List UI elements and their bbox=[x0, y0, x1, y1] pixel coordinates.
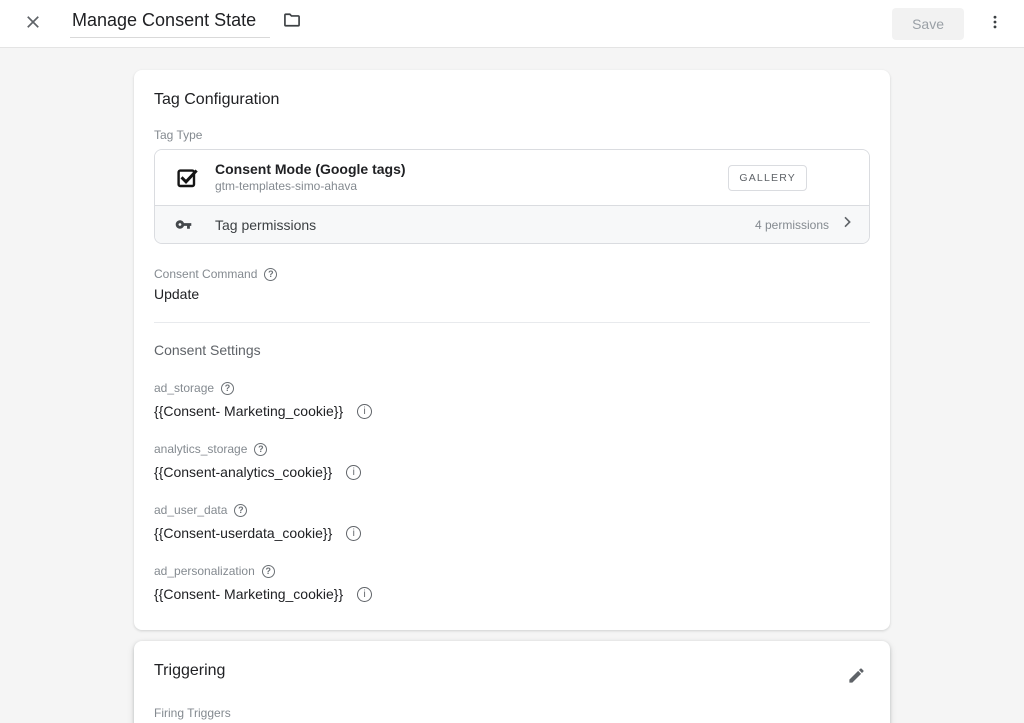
consent-setting-field: analytics_storage {{Consent-analytics_co… bbox=[154, 442, 870, 480]
info-icon[interactable] bbox=[357, 404, 372, 419]
edit-triggering-button[interactable] bbox=[843, 662, 870, 692]
tag-configuration-heading: Tag Configuration bbox=[154, 91, 870, 109]
tag-permissions-row[interactable]: Tag permissions 4 permissions bbox=[155, 205, 869, 243]
help-icon[interactable] bbox=[234, 504, 247, 517]
info-icon[interactable] bbox=[346, 526, 361, 541]
gallery-button[interactable]: GALLERY bbox=[728, 165, 807, 191]
field-value: {{Consent-analytics_cookie}} bbox=[154, 464, 332, 480]
consent-settings-heading: Consent Settings bbox=[154, 342, 870, 358]
tag-configuration-card[interactable]: Tag Configuration Tag Type Consent Mode … bbox=[134, 70, 890, 630]
field-label: ad_storage bbox=[154, 381, 214, 395]
tag-type-box[interactable]: Consent Mode (Google tags) gtm-templates… bbox=[154, 149, 870, 244]
tag-type-name: Consent Mode (Google tags) bbox=[215, 161, 406, 178]
consent-command-field: Consent Command Update bbox=[154, 267, 870, 302]
folder-button[interactable] bbox=[278, 6, 306, 37]
section-divider bbox=[154, 322, 870, 323]
consent-setting-field: ad_personalization {{Consent- Marketing_… bbox=[154, 564, 870, 602]
triggering-card[interactable]: Triggering Firing Triggers Consent Initi… bbox=[134, 641, 890, 723]
more-options-button[interactable] bbox=[982, 9, 1008, 38]
tag-type-text: Consent Mode (Google tags) gtm-templates… bbox=[215, 161, 406, 194]
close-button[interactable] bbox=[20, 9, 46, 38]
consent-setting-field: ad_user_data {{Consent-userdata_cookie}} bbox=[154, 503, 870, 541]
tag-permissions-right: 4 permissions bbox=[755, 214, 855, 235]
help-icon[interactable] bbox=[262, 565, 275, 578]
permissions-count: 4 permissions bbox=[755, 218, 829, 232]
folder-icon bbox=[282, 10, 302, 33]
field-label: ad_user_data bbox=[154, 503, 227, 517]
key-icon bbox=[175, 216, 215, 233]
info-icon[interactable] bbox=[357, 587, 372, 602]
consent-setting-field: ad_storage {{Consent- Marketing_cookie}} bbox=[154, 381, 870, 419]
close-icon bbox=[24, 13, 42, 34]
consent-mode-template-icon bbox=[175, 166, 215, 190]
help-icon[interactable] bbox=[221, 382, 234, 395]
consent-command-value: Update bbox=[154, 286, 199, 302]
field-label: ad_personalization bbox=[154, 564, 255, 578]
tag-type-label: Tag Type bbox=[154, 128, 870, 142]
pencil-icon bbox=[847, 666, 866, 688]
help-icon[interactable] bbox=[254, 443, 267, 456]
editor-body: Tag Configuration Tag Type Consent Mode … bbox=[0, 48, 1024, 723]
tag-name-field[interactable]: Manage Consent State bbox=[70, 10, 270, 38]
field-value: {{Consent-userdata_cookie}} bbox=[154, 525, 332, 541]
field-label: analytics_storage bbox=[154, 442, 247, 456]
help-icon[interactable] bbox=[264, 268, 277, 281]
field-value: {{Consent- Marketing_cookie}} bbox=[154, 586, 343, 602]
tag-type-source: gtm-templates-simo-ahava bbox=[215, 179, 406, 194]
field-value: {{Consent- Marketing_cookie}} bbox=[154, 403, 343, 419]
tag-permissions-label: Tag permissions bbox=[215, 217, 316, 233]
firing-triggers-label: Firing Triggers bbox=[154, 706, 870, 720]
topbar-actions: Save bbox=[892, 8, 1008, 40]
top-bar: Manage Consent State Save bbox=[0, 0, 1024, 48]
consent-command-label: Consent Command bbox=[154, 267, 257, 281]
title-area: Manage Consent State bbox=[70, 10, 306, 38]
kebab-menu-icon bbox=[986, 13, 1004, 34]
consent-command-label-row: Consent Command bbox=[154, 267, 870, 281]
info-icon[interactable] bbox=[346, 465, 361, 480]
save-button[interactable]: Save bbox=[892, 8, 964, 40]
tag-type-row[interactable]: Consent Mode (Google tags) gtm-templates… bbox=[155, 150, 869, 205]
chevron-right-icon bbox=[839, 214, 855, 235]
triggering-heading: Triggering bbox=[154, 662, 225, 680]
